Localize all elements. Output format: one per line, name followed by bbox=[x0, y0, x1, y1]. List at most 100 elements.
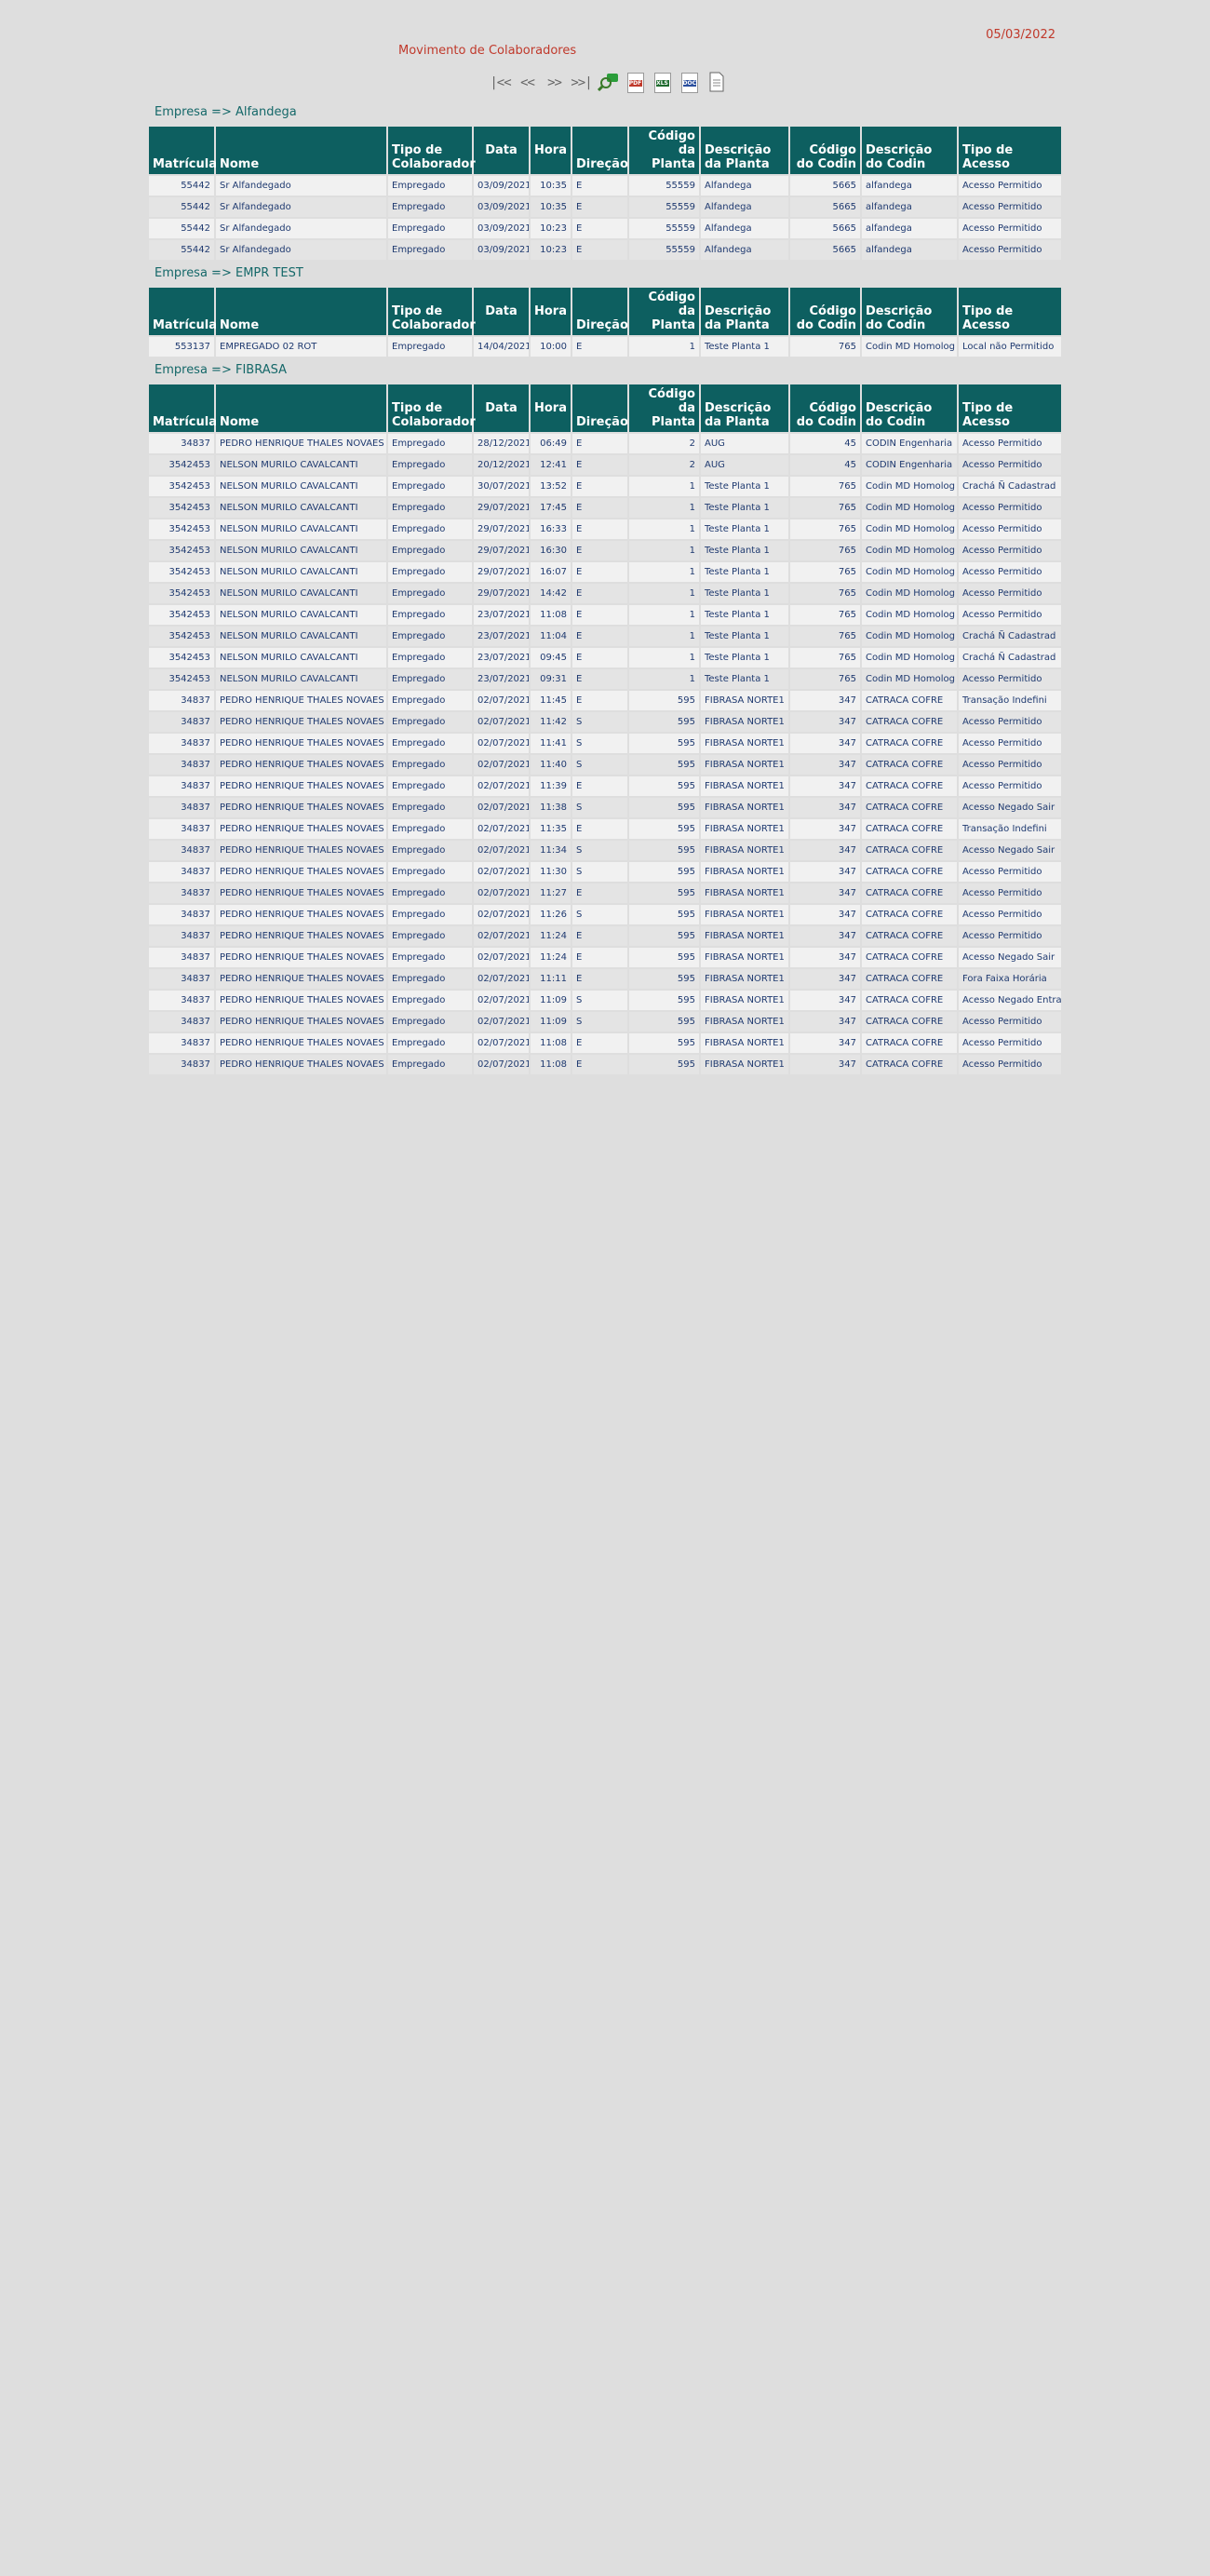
column-header[interactable]: Tipo de Acesso bbox=[959, 288, 1061, 335]
table-cell: CATRACA COFRE bbox=[862, 948, 957, 967]
column-header[interactable]: Tipo de Colaborador bbox=[388, 127, 476, 174]
column-header[interactable]: Descrição do Codin bbox=[862, 127, 957, 174]
export-pdf-button[interactable]: PDF bbox=[623, 72, 648, 94]
column-header[interactable]: Nome bbox=[216, 288, 386, 335]
column-header[interactable]: Matrícula bbox=[149, 288, 217, 335]
table-cell: Acesso Permitido bbox=[959, 734, 1061, 753]
table-cell: Codin MD Homolog bbox=[862, 541, 957, 560]
column-header[interactable]: Hora bbox=[531, 127, 571, 174]
export-xls-button[interactable]: XLS bbox=[650, 72, 675, 94]
table-cell: AUG bbox=[701, 434, 788, 453]
table-cell: 3542453 bbox=[149, 498, 214, 518]
column-header[interactable]: Direção bbox=[572, 384, 628, 432]
table-cell: PEDRO HENRIQUE THALES NOVAES bbox=[216, 862, 386, 882]
table-cell: FIBRASA NORTE1 bbox=[701, 991, 788, 1010]
table-cell: CATRACA COFRE bbox=[862, 1033, 957, 1053]
table-cell: Empregado bbox=[388, 905, 472, 924]
column-header[interactable]: Código da Planta bbox=[629, 384, 699, 432]
table-cell: Empregado bbox=[388, 1033, 472, 1053]
first-page-button[interactable]: |<< bbox=[488, 72, 513, 94]
print-button[interactable] bbox=[704, 72, 729, 94]
records-table: Matrícula Nome Tipo de Colaborador Data Hora… bbox=[147, 383, 1063, 1076]
column-header[interactable]: Tipo de Acesso bbox=[959, 384, 1061, 432]
table-header-row: Matrícula Nome Tipo de Colaborador Data Hora… bbox=[149, 384, 1061, 432]
next-page-button[interactable]: >> bbox=[542, 72, 567, 94]
column-header[interactable]: Direção bbox=[572, 127, 628, 174]
table-cell: 34837 bbox=[149, 926, 214, 946]
column-header[interactable]: Hora bbox=[531, 288, 571, 335]
table-cell: Acesso Permitido bbox=[959, 605, 1061, 625]
table-cell: Alfandega bbox=[701, 197, 788, 217]
pdf-icon: PDF bbox=[626, 73, 644, 93]
table-cell: NELSON MURILO CAVALCANTI bbox=[216, 648, 386, 668]
table-cell: CATRACA COFRE bbox=[862, 819, 957, 839]
column-header[interactable]: Tipo de Colaborador bbox=[388, 288, 476, 335]
table-cell: Codin MD Homolog bbox=[862, 669, 957, 689]
prev-page-button[interactable]: << bbox=[515, 72, 540, 94]
table-cell: 347 bbox=[790, 691, 860, 710]
column-header[interactable]: Tipo de Colaborador bbox=[388, 384, 476, 432]
column-header[interactable]: Matrícula bbox=[149, 127, 217, 174]
column-header[interactable]: Data bbox=[474, 384, 529, 432]
column-header[interactable]: Nome bbox=[216, 127, 386, 174]
table-cell: Empregado bbox=[388, 991, 472, 1010]
table-cell: 34837 bbox=[149, 841, 214, 860]
column-header[interactable]: Código do Codin bbox=[790, 384, 860, 432]
table-cell: 11:08 bbox=[531, 1033, 571, 1053]
column-header[interactable]: Descrição da Planta bbox=[701, 384, 788, 432]
column-header[interactable]: Nome bbox=[216, 384, 386, 432]
column-header[interactable]: Data bbox=[474, 127, 529, 174]
table-cell: Acesso Negado Sair bbox=[959, 948, 1061, 967]
table-cell: 17:45 bbox=[531, 498, 571, 518]
table-cell: PEDRO HENRIQUE THALES NOVAES bbox=[216, 841, 386, 860]
table-cell: Empregado bbox=[388, 969, 472, 989]
table-cell: Acesso Permitido bbox=[959, 584, 1061, 603]
table-cell: 2 bbox=[629, 434, 699, 453]
last-page-button[interactable]: >>| bbox=[569, 72, 594, 94]
column-header[interactable]: Código da Planta bbox=[629, 288, 699, 335]
table-cell: 34837 bbox=[149, 1033, 214, 1053]
column-header[interactable]: Descrição do Codin bbox=[862, 288, 957, 335]
table-cell: Teste Planta 1 bbox=[701, 337, 788, 357]
column-header[interactable]: Hora bbox=[531, 384, 571, 432]
column-header[interactable]: Descrição da Planta bbox=[701, 288, 788, 335]
column-header[interactable]: Código da Planta bbox=[629, 127, 699, 174]
word-icon: DOC bbox=[680, 73, 698, 93]
table-row: 34837 PEDRO HENRIQUE THALES NOVAES Emprega… bbox=[149, 1033, 1061, 1053]
column-header[interactable]: Descrição da Planta bbox=[701, 127, 788, 174]
table-cell: 02/07/2021 bbox=[474, 991, 529, 1010]
table-cell: 10:35 bbox=[531, 176, 571, 196]
search-button[interactable] bbox=[596, 72, 621, 94]
table-cell: E bbox=[572, 584, 627, 603]
table-cell: PEDRO HENRIQUE THALES NOVAES bbox=[216, 969, 386, 989]
table-cell: FIBRASA NORTE1 bbox=[701, 1033, 788, 1053]
table-cell: Codin MD Homolog bbox=[862, 562, 957, 582]
table-cell: E bbox=[572, 219, 627, 238]
document-icon bbox=[708, 72, 725, 95]
column-header[interactable]: Matrícula bbox=[149, 384, 217, 432]
table-cell: 02/07/2021 bbox=[474, 883, 529, 903]
table-cell: 595 bbox=[629, 1033, 699, 1053]
table-cell: Empregado bbox=[388, 1055, 472, 1074]
table-cell: 765 bbox=[790, 337, 860, 357]
table-cell: PEDRO HENRIQUE THALES NOVAES bbox=[216, 948, 386, 967]
export-doc-button[interactable]: DOC bbox=[677, 72, 702, 94]
table-cell: Codin MD Homolog bbox=[862, 605, 957, 625]
table-cell: 347 bbox=[790, 776, 860, 796]
table-cell: E bbox=[572, 477, 627, 496]
column-header[interactable]: Código do Codin bbox=[790, 127, 860, 174]
table-cell: CATRACA COFRE bbox=[862, 991, 957, 1010]
column-header[interactable]: Tipo de Acesso bbox=[959, 127, 1061, 174]
column-header[interactable]: Descrição do Codin bbox=[862, 384, 957, 432]
table-cell: 10:00 bbox=[531, 337, 571, 357]
column-header[interactable]: Data bbox=[474, 288, 529, 335]
table-cell: Empregado bbox=[388, 219, 472, 238]
column-header[interactable]: Código do Codin bbox=[790, 288, 860, 335]
table-cell: 3542453 bbox=[149, 605, 214, 625]
column-header[interactable]: Direção bbox=[572, 288, 628, 335]
table-cell: 02/07/2021 bbox=[474, 926, 529, 946]
table-cell: 5665 bbox=[790, 176, 860, 196]
table-cell: 34837 bbox=[149, 1055, 214, 1074]
table-cell: CATRACA COFRE bbox=[862, 1012, 957, 1032]
table-cell: 11:27 bbox=[531, 883, 571, 903]
